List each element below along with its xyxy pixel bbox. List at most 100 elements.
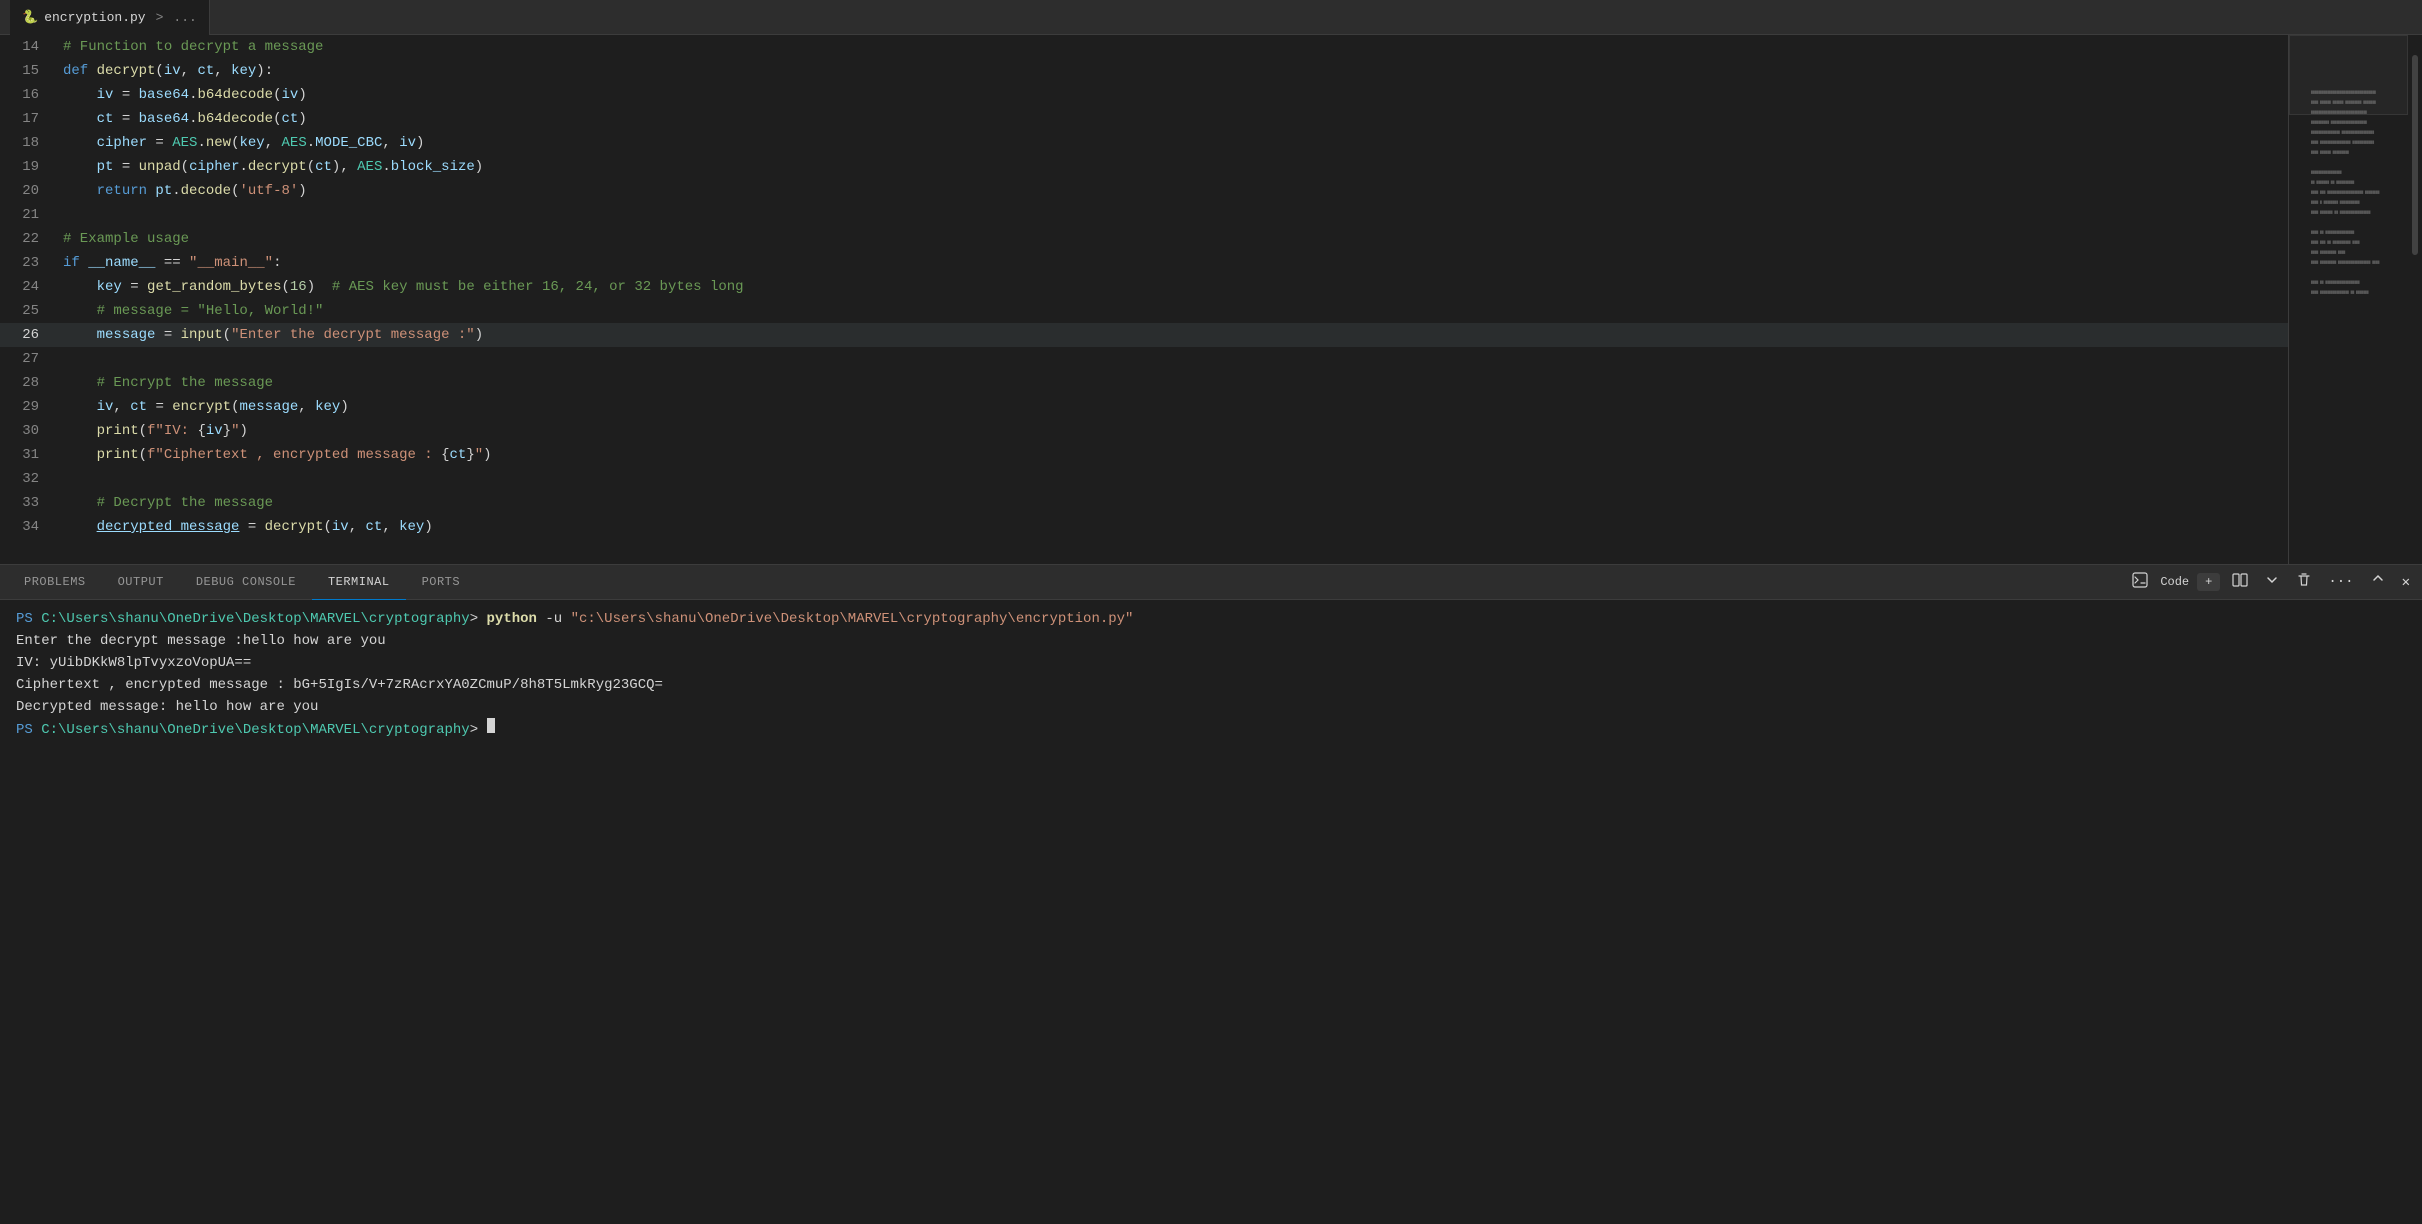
code-line-22: 22 # Example usage bbox=[0, 227, 2288, 251]
code-line-18: 18 cipher = AES.new(key, AES.MODE_CBC, i… bbox=[0, 131, 2288, 155]
scrollbar-thumb[interactable] bbox=[2412, 55, 2418, 255]
line-num-18: 18 bbox=[0, 131, 55, 155]
code-line-26: 26 message = input("Enter the decrypt me… bbox=[0, 323, 2288, 347]
term-prompt-1: > bbox=[470, 608, 487, 630]
line-content-33: # Decrypt the message bbox=[55, 491, 273, 515]
line-num-22: 22 bbox=[0, 227, 55, 251]
line-num-26: 26 bbox=[0, 323, 55, 347]
code-line-21: 21 bbox=[0, 203, 2288, 227]
panel-area: PROBLEMS OUTPUT DEBUG CONSOLE TERMINAL P… bbox=[0, 564, 2422, 1224]
maximize-icon[interactable] bbox=[2366, 570, 2390, 594]
line-num-17: 17 bbox=[0, 107, 55, 131]
tab-debug-console[interactable]: DEBUG CONSOLE bbox=[180, 565, 312, 600]
line-num-20: 20 bbox=[0, 179, 55, 203]
term-output-3: IV: yUibDKkW8lpTvyxzoVopUA== bbox=[16, 652, 251, 674]
line-content-28: # Encrypt the message bbox=[55, 371, 273, 395]
minimap-content: ████████████████████████████████████ ███… bbox=[2289, 35, 2408, 304]
code-line-33: 33 # Decrypt the message bbox=[0, 491, 2288, 515]
code-line-29: 29 iv, ct = encrypt(message, key) bbox=[0, 395, 2288, 419]
terminal-line-iv: IV: yUibDKkW8lpTvyxzoVopUA== bbox=[16, 652, 2406, 674]
line-content-15: def decrypt(iv, ct, key): bbox=[55, 59, 273, 83]
new-terminal-button[interactable]: + bbox=[2197, 573, 2220, 591]
term-python-cmd: python bbox=[487, 608, 537, 630]
term-script-path: "c:\Users\shanu\OneDrive\Desktop\MARVEL\… bbox=[571, 608, 1134, 630]
code-line-23: 23 if __name__ == "__main__": bbox=[0, 251, 2288, 275]
tab-debug-label: DEBUG CONSOLE bbox=[196, 575, 296, 589]
code-line-25: 25 # message = "Hello, World!" bbox=[0, 299, 2288, 323]
tab-separator: > bbox=[156, 10, 164, 25]
line-num-34: 34 bbox=[0, 515, 55, 539]
terminal-line-prompt: PS C:\Users\shanu\OneDrive\Desktop\MARVE… bbox=[16, 718, 2406, 741]
tab-output-label: OUTPUT bbox=[118, 575, 164, 589]
code-line-19: 19 pt = unpad(cipher.decrypt(ct), AES.bl… bbox=[0, 155, 2288, 179]
code-line-28: 28 # Encrypt the message bbox=[0, 371, 2288, 395]
python-file-icon: 🐍 bbox=[22, 10, 38, 25]
code-line-17: 17 ct = base64.b64decode(ct) bbox=[0, 107, 2288, 131]
code-line-20: 20 return pt.decode('utf-8') bbox=[0, 179, 2288, 203]
main-container: 14 # Function to decrypt a message 15 de… bbox=[0, 35, 2422, 1224]
vertical-scrollbar[interactable] bbox=[2408, 35, 2422, 564]
line-content-30: print(f"IV: {iv}") bbox=[55, 419, 248, 443]
line-content-25: # message = "Hello, World!" bbox=[55, 299, 323, 323]
line-content-32 bbox=[55, 467, 63, 491]
tab-filename: encryption.py bbox=[44, 10, 145, 25]
term-flag: -u bbox=[537, 608, 571, 630]
line-num-24: 24 bbox=[0, 275, 55, 299]
tab-output[interactable]: OUTPUT bbox=[102, 565, 180, 600]
close-panel-icon[interactable]: ✕ bbox=[2398, 572, 2414, 593]
tab-bar: 🐍 encryption.py > ... bbox=[0, 0, 2422, 35]
split-editor-icon[interactable] bbox=[2228, 570, 2252, 594]
line-content-14: # Function to decrypt a message bbox=[55, 35, 323, 59]
line-content-16: iv = base64.b64decode(iv) bbox=[55, 83, 307, 107]
minimap[interactable]: ████████████████████████████████████ ███… bbox=[2288, 35, 2408, 564]
tab-ports[interactable]: PORTS bbox=[406, 565, 477, 600]
line-content-20: return pt.decode('utf-8') bbox=[55, 179, 307, 203]
term-path-1: C:\Users\shanu\OneDrive\Desktop\MARVEL\c… bbox=[41, 608, 469, 630]
code-label: Code bbox=[2160, 575, 2189, 589]
tab-terminal-label: TERMINAL bbox=[328, 575, 390, 589]
terminal-content[interactable]: PS C:\Users\shanu\OneDrive\Desktop\MARVE… bbox=[0, 600, 2422, 1224]
line-num-21: 21 bbox=[0, 203, 55, 227]
line-num-28: 28 bbox=[0, 371, 55, 395]
tab-ports-label: PORTS bbox=[422, 575, 461, 589]
panel-tabs: PROBLEMS OUTPUT DEBUG CONSOLE TERMINAL P… bbox=[0, 565, 2422, 600]
code-line-27: 27 bbox=[0, 347, 2288, 371]
term-path-2: C:\Users\shanu\OneDrive\Desktop\MARVEL\c… bbox=[41, 719, 469, 741]
line-num-15: 15 bbox=[0, 59, 55, 83]
terminal-cursor bbox=[487, 718, 495, 733]
line-content-19: pt = unpad(cipher.decrypt(ct), AES.block… bbox=[55, 155, 483, 179]
line-content-17: ct = base64.b64decode(ct) bbox=[55, 107, 307, 131]
line-content-23: if __name__ == "__main__": bbox=[55, 251, 281, 275]
term-prompt-2: > bbox=[470, 719, 487, 741]
line-content-27 bbox=[55, 347, 63, 371]
chevron-down-icon[interactable] bbox=[2260, 570, 2284, 594]
tab-problems-label: PROBLEMS bbox=[24, 575, 86, 589]
line-num-29: 29 bbox=[0, 395, 55, 419]
line-content-31: print(f"Ciphertext , encrypted message :… bbox=[55, 443, 492, 467]
terminal-line-ciphertext: Ciphertext , encrypted message : bG+5IgI… bbox=[16, 674, 2406, 696]
line-content-29: iv, ct = encrypt(message, key) bbox=[55, 395, 349, 419]
panel-tab-actions: Code + bbox=[2132, 570, 2414, 594]
trash-icon[interactable] bbox=[2292, 570, 2316, 594]
more-options-icon[interactable]: ··· bbox=[2324, 572, 2357, 592]
line-num-14: 14 bbox=[0, 35, 55, 59]
line-content-26: message = input("Enter the decrypt messa… bbox=[55, 323, 483, 347]
code-line-24: 24 key = get_random_bytes(16) # AES key … bbox=[0, 275, 2288, 299]
term-output-5: Decrypted message: hello how are you bbox=[16, 696, 318, 718]
code-line-15: 15 def decrypt(iv, ct, key): bbox=[0, 59, 2288, 83]
file-tab[interactable]: 🐍 encryption.py > ... bbox=[10, 0, 210, 35]
code-lines: 14 # Function to decrypt a message 15 de… bbox=[0, 35, 2288, 564]
term-output-2: Enter the decrypt message :hello how are… bbox=[16, 630, 386, 652]
tab-problems[interactable]: PROBLEMS bbox=[8, 565, 102, 600]
line-num-31: 31 bbox=[0, 443, 55, 467]
line-content-24: key = get_random_bytes(16) # AES key mus… bbox=[55, 275, 744, 299]
code-editor[interactable]: 14 # Function to decrypt a message 15 de… bbox=[0, 35, 2288, 564]
code-line-16: 16 iv = base64.b64decode(iv) bbox=[0, 83, 2288, 107]
terminal-line-decrypted: Decrypted message: hello how are you bbox=[16, 696, 2406, 718]
line-num-16: 16 bbox=[0, 83, 55, 107]
term-ps-1: PS bbox=[16, 608, 41, 630]
tab-terminal[interactable]: TERMINAL bbox=[312, 565, 406, 600]
plus-icon: + bbox=[2205, 575, 2212, 589]
line-num-25: 25 bbox=[0, 299, 55, 323]
term-ps-2: PS bbox=[16, 719, 41, 741]
